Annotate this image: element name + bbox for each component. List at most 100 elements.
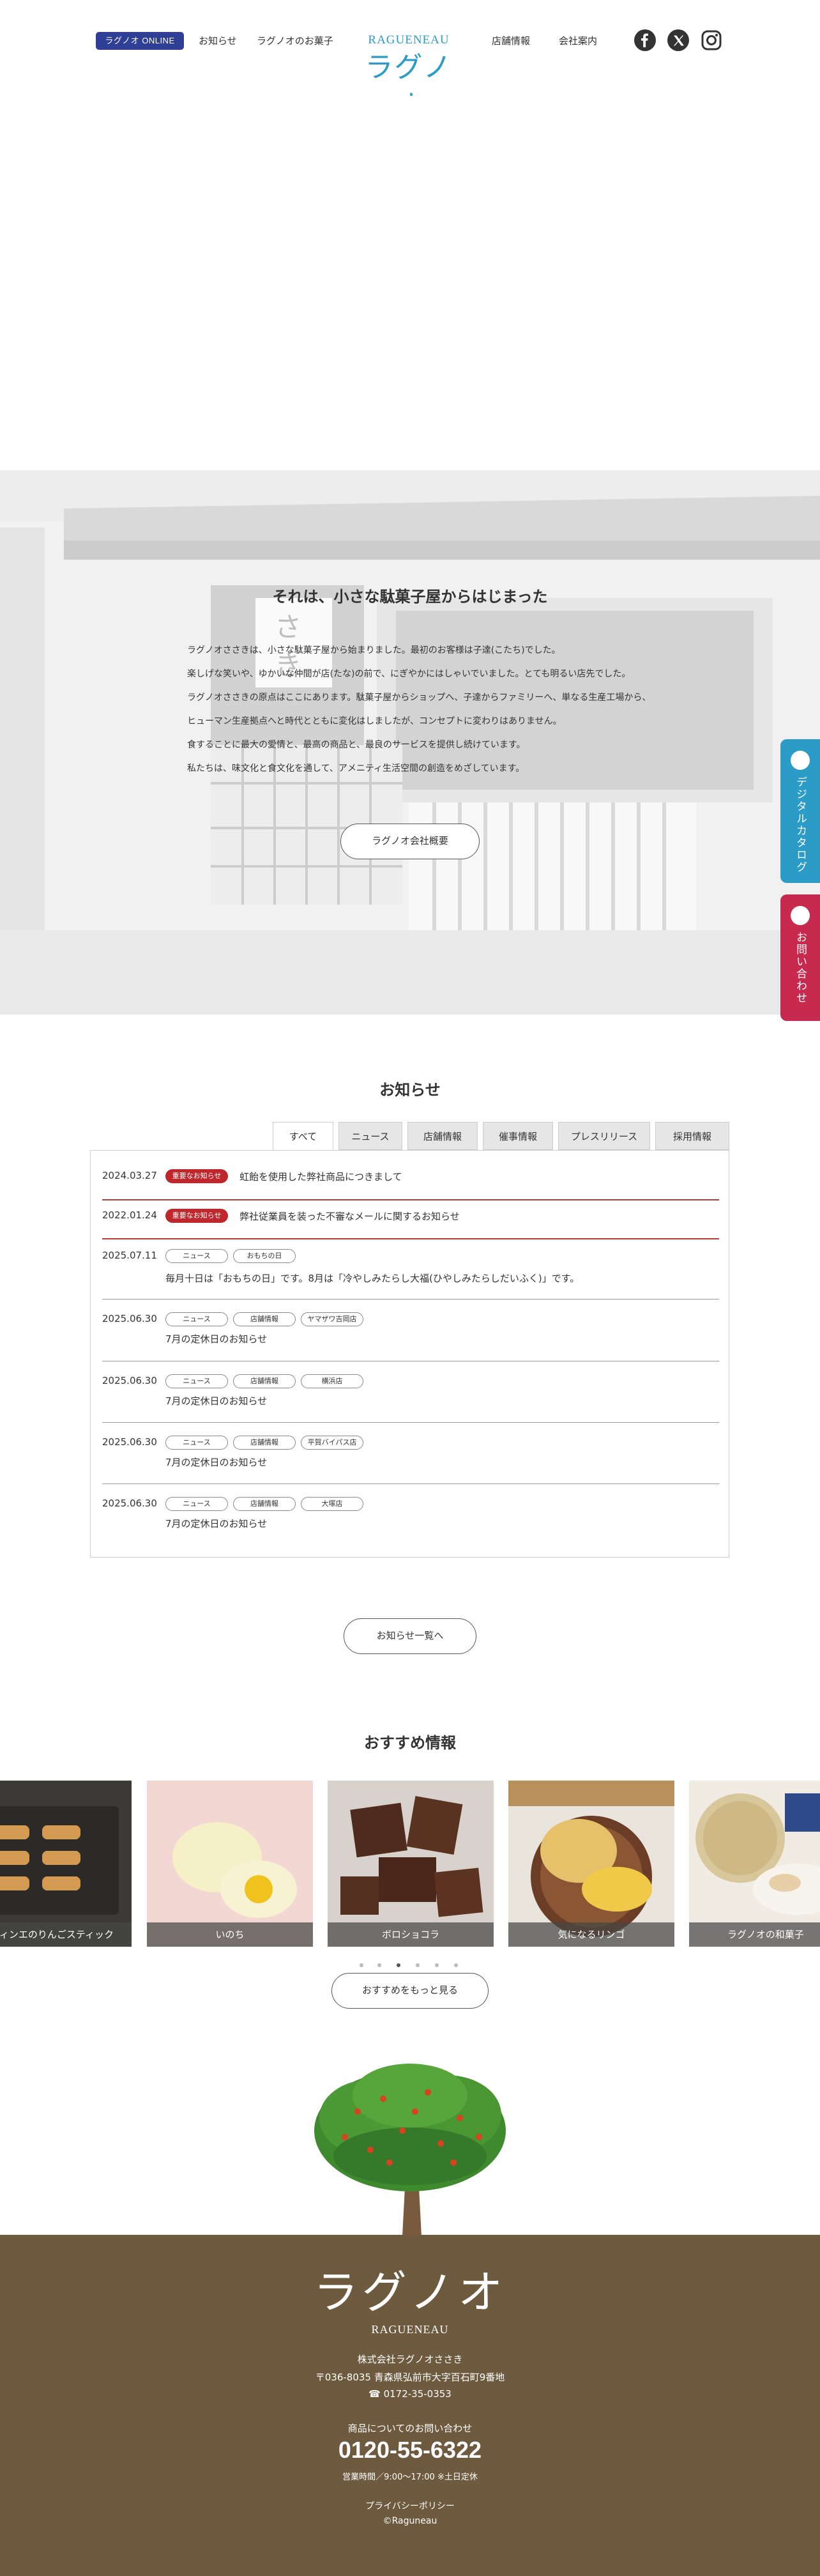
inochi-image (147, 1781, 313, 1947)
tag-pill: ニュース (165, 1312, 228, 1326)
hero-video-area (0, 96, 820, 470)
tag-pill: ニュース (165, 1249, 228, 1263)
news-divider (102, 1483, 719, 1484)
recommend-card[interactable]: ラグノオの和菓子 (689, 1781, 820, 1947)
story-paragraph: ヒューマン生産拠点へと時代とともに変化はしましたが、コンセプトに変わりはありませ… (187, 716, 562, 726)
carousel-dot[interactable] (377, 1963, 381, 1967)
tag-pill: 大塚店 (301, 1497, 363, 1511)
footer-hours: 営業時間／9:00〜17:00 ※土日定休 (342, 2472, 478, 2482)
company-overview-button[interactable]: ラグノオ会社概要 (340, 824, 480, 859)
recommend-label: 気になるリンゴ (508, 1922, 674, 1947)
tag-pill: おもちの日 (233, 1249, 296, 1263)
story-body: ラグノオささきは、小さな駄菓子屋から始まりました。最初のお客様は子達(こたち)で… (187, 639, 672, 781)
news-list-button[interactable]: お知らせ一覧へ (344, 1618, 476, 1654)
news-divider (102, 1199, 719, 1200)
carousel-dot[interactable] (454, 1963, 458, 1967)
news-title: 7月の定休日のお知らせ (165, 1457, 268, 1468)
tab-news[interactable]: ニュース (338, 1122, 402, 1150)
bollo-chocolat-image (328, 1781, 494, 1947)
story-title: それは、小さな駄菓子屋からはじまった (272, 588, 548, 606)
news-title: 虹飴を使用した弊社商品につきまして (239, 1171, 402, 1183)
footer-free-dial[interactable]: 0120-55-6322 (0, 2437, 820, 2464)
tag-pill: 平賀バイパス店 (301, 1436, 363, 1450)
carousel-dot[interactable] (397, 1963, 400, 1967)
carousel-dot[interactable] (416, 1963, 420, 1967)
contact-label: お問い合わせ (794, 931, 807, 1004)
tag-pill: 店舗情報 (233, 1312, 296, 1326)
important-badge: 重要なお知らせ (165, 1209, 228, 1223)
nav-company[interactable]: 会社案内 (559, 33, 597, 49)
news-section-title: お知らせ (379, 1081, 441, 1099)
tab-recruit[interactable]: 採用情報 (655, 1122, 729, 1150)
digital-catalog-label: デジタルカタログ (794, 776, 807, 873)
footer-logo-jp[interactable]: ラグノオ (0, 2267, 820, 2318)
news-date: 2022.01.24 (102, 1209, 157, 1221)
catalog-book-icon (791, 751, 810, 770)
kininaru-ringo-image (508, 1781, 674, 1947)
news-divider (102, 1422, 719, 1423)
story-paragraph: ラグノオささきの原点はここにあります。駄菓子屋からショップへ、子達からファミリー… (187, 693, 651, 703)
recommend-card[interactable]: 気になるリンゴ (508, 1781, 674, 1947)
carousel-dot[interactable] (435, 1963, 439, 1967)
nav-news[interactable]: お知らせ (199, 33, 237, 49)
news-list: 2024.03.27 重要なお知らせ 虹飴を使用した弊社商品につきまして 202… (90, 1150, 729, 1558)
recommend-card[interactable]: ボロショコラ (328, 1781, 494, 1947)
tag-pill: ニュース (165, 1497, 228, 1511)
mail-icon (791, 906, 810, 925)
tag-pill: 横浜店 (301, 1374, 363, 1388)
recommend-section-title: おすすめ情報 (364, 1734, 456, 1752)
tab-store-info[interactable]: 店舗情報 (407, 1122, 478, 1150)
footer-tel: ☎ 0172-35-0353 (368, 2388, 452, 2400)
news-title: 7月の定休日のお知らせ (165, 1395, 268, 1407)
news-date: 2025.07.11 (102, 1250, 157, 1261)
contact-tab[interactable]: お問い合わせ (780, 894, 820, 1021)
tag-pill: ヤマザワ吉岡店 (301, 1312, 363, 1326)
online-shop-button[interactable]: ラグノオ ONLINE SHOP (96, 32, 184, 63)
news-date: 2025.06.30 (102, 1436, 157, 1448)
news-date: 2024.03.27 (102, 1170, 157, 1181)
tag-pill: 店舗情報 (233, 1374, 296, 1388)
important-badge: 重要なお知らせ (165, 1169, 228, 1183)
x-twitter-icon[interactable] (667, 29, 689, 51)
logo-en: RAGUENEAU (368, 33, 450, 47)
recommend-label: ラグノオの和菓子 (689, 1922, 820, 1947)
site-footer: ラグノオ RAGUENEAU 株式会社ラグノオささき 〒036-8035 青森県… (0, 2235, 820, 2576)
story-paragraph: 楽しげな笑いや、ゆかいな仲間が店(たな)の前で、にぎやかにはしゃいでいました。と… (187, 669, 631, 679)
footer-inquiry-label: 商品についてのお問い合わせ (347, 2423, 473, 2434)
privacy-policy-link[interactable]: プライバシーポリシー (0, 2499, 820, 2512)
news-date: 2025.06.30 (102, 1313, 157, 1324)
footer-logo-en: RAGUENEAU (371, 2323, 449, 2336)
recommend-card[interactable]: いのち (147, 1781, 313, 1947)
recommend-label: ティンエのりんごスティック (0, 1922, 132, 1947)
story-paragraph: 私たちは、味文化と食文化を通して、アメニティ生活空間の創造をめざしています。 (187, 763, 525, 774)
news-divider (102, 1238, 719, 1239)
news-title: 弊社従業員を装った不審なメールに関するお知らせ (239, 1211, 460, 1222)
tag-pill: ニュース (165, 1374, 228, 1388)
footer-company: 株式会社ラグノオささき (357, 2354, 463, 2365)
recommend-label: ボロショコラ (328, 1922, 494, 1947)
news-title: 毎月十日は「おもちの日」です。8月は「冷やしみたらし大福(ひやしみたらしだいふく… (165, 1273, 580, 1284)
site-header: ラグノオ ONLINE SHOP お知らせ ラグノオのお菓子 RAGUENEAU… (0, 0, 820, 122)
instagram-icon[interactable] (701, 29, 722, 51)
nav-sweets[interactable]: ラグノオのお菓子 (257, 33, 333, 49)
footer-address: 〒036-8035 青森県弘前市大字百石町9番地 (315, 2372, 505, 2383)
digital-catalog-tab[interactable]: デジタルカタログ (780, 739, 820, 883)
recommend-more-button[interactable]: おすすめをもっと見る (331, 1973, 489, 2009)
recommend-card[interactable]: ティンエのりんごスティック (0, 1781, 132, 1947)
apple-tree-illustration (314, 2064, 506, 2236)
wagashi-image (689, 1781, 820, 1947)
tag-pill: ニュース (165, 1436, 228, 1450)
recommend-label: いのち (147, 1922, 313, 1947)
news-title: 7月の定休日のお知らせ (165, 1333, 268, 1345)
facebook-icon[interactable] (634, 29, 656, 51)
tab-press-release[interactable]: プレスリリース (558, 1122, 650, 1150)
tab-all[interactable]: すべて (273, 1122, 333, 1150)
news-date: 2025.06.30 (102, 1498, 157, 1509)
story-paragraph: ラグノオささきは、小さな駄菓子屋から始まりました。最初のお客様は子達(こたち)で… (187, 645, 561, 656)
story-paragraph: 食することに最大の愛情と、最高の商品と、最良のサービスを提供し続けています。 (187, 740, 526, 750)
tag-pill: 店舗情報 (233, 1497, 296, 1511)
tab-events[interactable]: 催事情報 (483, 1122, 553, 1150)
carousel-dot[interactable] (360, 1963, 363, 1967)
tag-pill: 店舗情報 (233, 1436, 296, 1450)
nav-stores[interactable]: 店舗情報 (492, 33, 530, 49)
